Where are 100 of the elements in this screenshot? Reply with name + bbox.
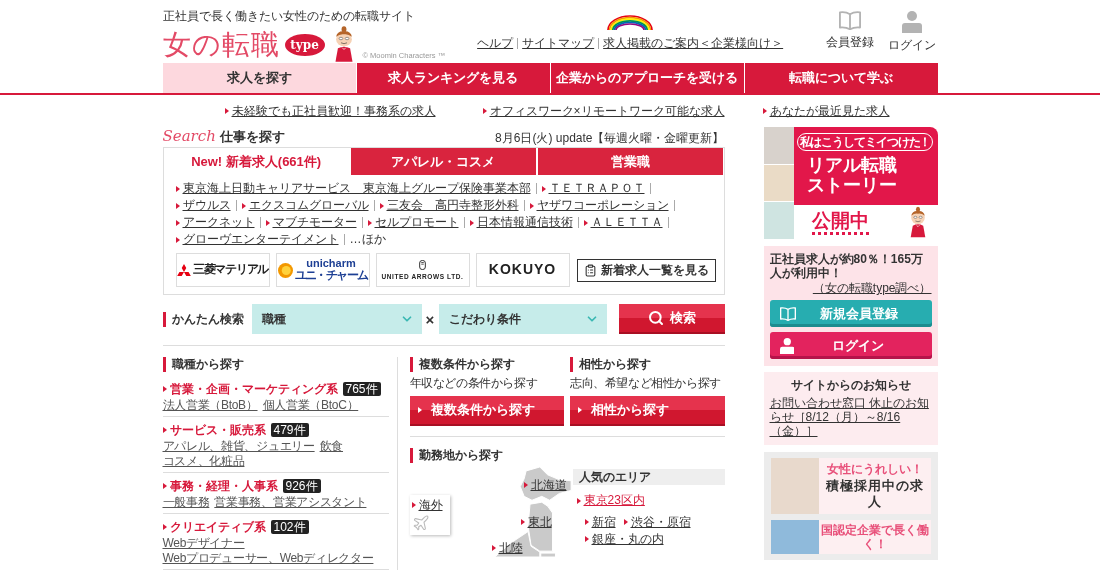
area-link[interactable]: 渋谷・原宿 [623,515,691,529]
triangle-icon [623,519,628,525]
search-option-button[interactable]: 複数条件から探す [409,396,564,426]
job-sub-link[interactable]: Webデザイナー [162,536,245,551]
company-logo-link[interactable]: unicharm ユニ・チャーム [275,253,370,287]
company-link[interactable]: グローヴエンターテイメント [175,231,339,248]
nav-tab[interactable]: 求人ランキングを見る [356,63,550,93]
company-link[interactable]: アークネット [175,214,255,231]
nav-tab[interactable]: 企業からのアプローチを受ける [550,63,744,93]
triangle-icon [529,202,534,209]
search-button[interactable]: 検索 [618,304,725,334]
login-button[interactable]: ログイン [769,332,932,359]
select-field[interactable]: 職種 [251,304,422,334]
company-link[interactable]: 三友会 高円寺整形外科 [379,197,519,214]
search-icon [647,310,664,326]
promo-link[interactable]: オフィスワーク×リモートワーク可能な求人 [482,102,725,120]
count-badge: 102件 [270,520,309,534]
company-link[interactable]: マブチモーター [265,214,357,231]
job-sub-link[interactable]: 営業事務、営業アシスタント [214,495,367,510]
site-tagline: 正社員で長く働きたい女性のための転職サイト [162,9,416,23]
notice-link[interactable]: お問い合わせ窓口 休止のお知らせ［8/12（月）～8/16（金）］ [769,396,932,438]
area-link[interactable]: 新宿 [584,515,616,529]
search-tab[interactable]: アパレル・コスメ [350,148,537,175]
search-option-button[interactable]: 相性から探す [570,396,725,426]
nav-tab[interactable]: 求人を探す [162,63,356,93]
feature-title: 積極採用中の求人 [824,478,925,510]
job-sub-link[interactable]: 個人営業（BtoC） [262,398,359,413]
company-logo-link[interactable]: 三菱マテリアル [175,253,270,287]
count-badge: 479件 [270,423,309,437]
survey-link[interactable]: （女の転職type調べ） [812,281,932,295]
header-link[interactable]: 求人掲載のご案内＜企業様向け＞ [603,36,784,50]
promo-link[interactable]: あなたが最近見た求人 [762,102,890,120]
triangle-icon [491,545,496,551]
job-sub-link[interactable]: 一般事務 [162,495,210,510]
nav-tab[interactable]: 転職について学ぶ [744,63,938,93]
count-badge: 926件 [282,479,321,493]
count-badge: 765件 [342,382,381,396]
login-link[interactable]: ログイン [887,11,936,63]
job-sub-link[interactable]: Webプロデューサー、Webディレクター [162,551,374,566]
section-heading: 勤務地から探す [409,448,725,463]
book-icon [779,306,796,321]
triangle-icon [265,219,270,226]
company-link[interactable]: 東京海上日動キャリアサービス 東京海上グループ保険事業本部 [175,180,531,197]
company-link[interactable]: セルプロモート [367,214,459,231]
promo-link[interactable]: 未経験でも正社員歓迎！事務系の求人 [224,102,436,120]
company-logo-link[interactable]: KOKUYO [475,253,570,287]
feature-card[interactable]: 女性にうれしい！ 積極採用中の求人 [770,458,931,514]
register-link[interactable]: 会員登録 [825,11,874,63]
job-type-link[interactable]: 営業・企画・マーケティング系 [162,380,338,398]
triangle-icon [417,407,422,413]
script-title: Search [162,128,216,145]
triangle-icon [379,202,384,209]
job-sub-link[interactable]: コスメ、化粧品 [162,454,245,469]
sun-circle-icon [277,262,293,278]
quick-search-label: かんたん検索 [162,311,248,327]
notice-title: サイトからのお知らせ [789,378,912,392]
section-title: 仕事を探す [219,129,285,145]
member-promo-text: 正社員求人が約80％！165万人が利用中！ [769,252,924,280]
company-link[interactable]: ヤザワコーポレーション [529,197,669,214]
triangle-icon [162,483,167,489]
site-logo[interactable]: 女の転職 [162,30,280,60]
plane-icon [411,514,430,532]
job-type-link[interactable]: サービス・販売系 [162,421,266,439]
triangle-icon [520,519,525,525]
area-link[interactable]: 東京23区内 [576,492,645,509]
job-type-link[interactable]: クリエイティブ系 [162,518,266,536]
area-link[interactable]: 銀座・丸の内 [584,532,664,546]
search-tab[interactable]: 営業職 [538,148,724,175]
triangle-icon [367,219,372,226]
company-link[interactable]: ＴＥＴＲＡＰＯＴ [541,180,645,197]
triangle-icon [482,108,487,114]
triangle-icon [241,202,246,209]
company-link[interactable]: エクスコムグローバル [241,197,369,214]
list-button[interactable]: 新着求人一覧を見る [576,258,716,282]
feature-kicker: 女性にうれしい！ [826,462,923,476]
triangle-icon [762,108,767,114]
job-sub-link[interactable]: アパレル、雑貨、ジュエリー [162,439,315,454]
header-link[interactable]: サイトマップ [522,36,595,50]
overseas-link[interactable]: 海外 [409,495,450,535]
triangle-icon [175,219,180,226]
company-link[interactable]: 日本情報通信技術 [469,214,573,231]
triangle-icon [523,482,528,488]
job-sub-link[interactable]: 飲食 [319,439,343,454]
triangle-icon [541,185,546,192]
region-link[interactable]: 東北 [520,515,552,529]
banner-title: リアル転職 ストーリー [805,155,897,195]
triangle-icon [576,497,581,504]
company-link[interactable]: ＡＬＥＴＴＡ [583,214,663,231]
job-sub-link[interactable]: 法人営業（BtoB） [162,398,258,413]
header-link[interactable]: ヘルプ [477,36,514,50]
section-description: 志向、希望など相性から探す [570,376,722,390]
select-field[interactable]: こだわり条件 [438,304,607,334]
triangle-icon [584,519,589,525]
job-type-link[interactable]: 事務・経理・人事系 [162,477,278,495]
more-text: …ほか [349,231,386,248]
company-link[interactable]: ザウルス [175,197,231,214]
banner-panel[interactable]: 私はこうしてミイつけた！ リアル転職 ストーリー [793,127,938,205]
triangle-icon [175,185,180,192]
times-sign: × [424,310,436,328]
photo-placeholder [770,458,819,514]
